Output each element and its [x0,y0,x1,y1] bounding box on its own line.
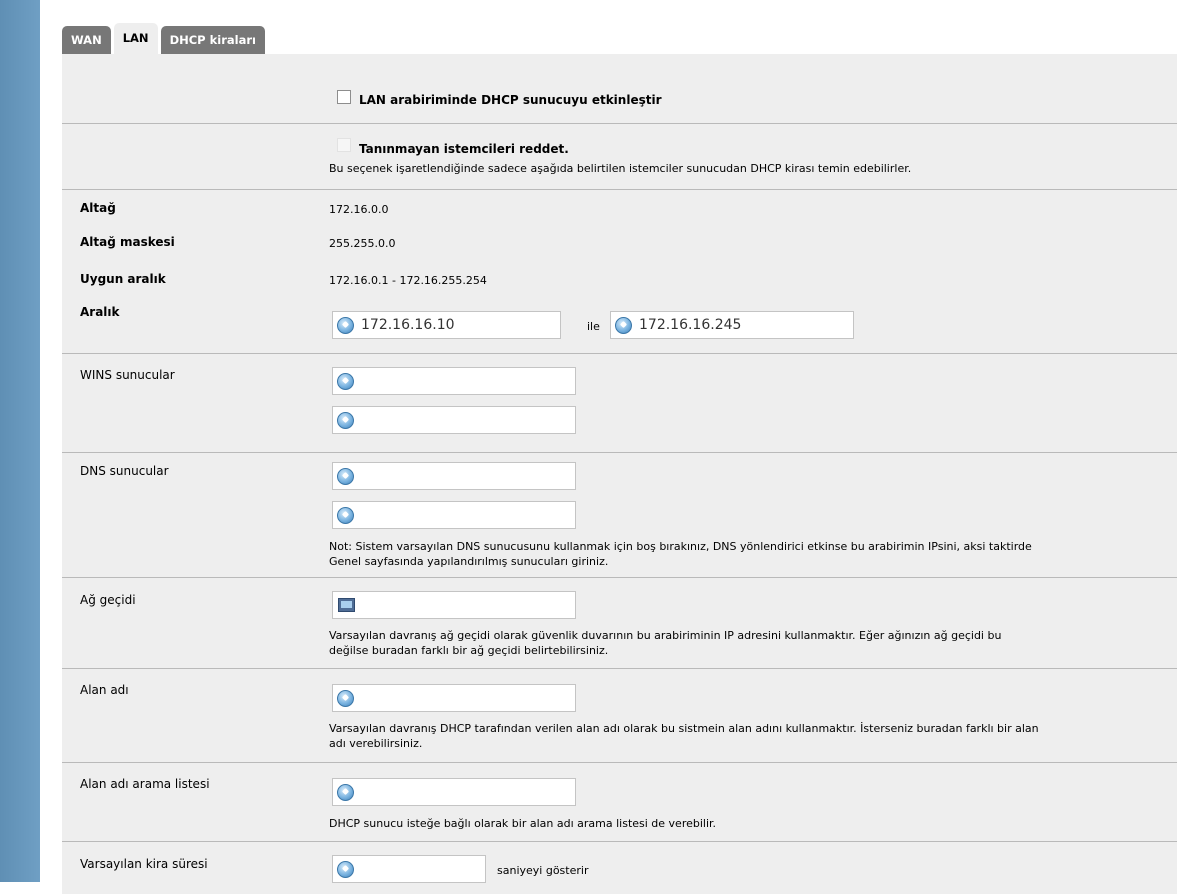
row-available-range: Uygun aralık 172.16.0.1 - 172.16.255.254 [62,260,1177,294]
network-icon [337,861,354,878]
row-subnet-mask: Altağ maskesi 255.255.0.0 [62,226,1177,260]
row-default-lease: Varsayılan kira süresi saniyeyi gösterir [62,842,1177,894]
range-from-value: 172.16.16.10 [361,317,455,333]
deny-unknown-checkbox[interactable] [337,138,351,152]
dns-help: Not: Sistem varsayılan DNS sunucusunu ku… [329,539,1169,569]
row-gateway: Ağ geçidi Varsayılan davranış ağ geçidi … [62,578,1177,669]
side-stripe [0,0,40,882]
default-lease-label: Varsayılan kira süresi [80,857,208,871]
row-domain: Alan adı Varsayılan davranış DHCP tarafı… [62,669,1177,763]
network-icon [337,412,354,429]
available-range-value: 172.16.0.1 - 172.16.255.254 [329,274,487,287]
dns-server-1-input[interactable] [332,462,576,490]
tab-wan[interactable]: WAN [62,26,111,54]
dns-help-line-1: Not: Sistem varsayılan DNS sunucusunu ku… [329,540,1032,553]
gateway-label: Ağ geçidi [80,593,136,607]
default-lease-unit: saniyeyi gösterir [497,864,589,877]
network-icon [337,468,354,485]
domain-help: Varsayılan davranış DHCP tarafından veri… [329,721,1169,751]
row-domain-search: Alan adı arama listesi DHCP sunucu isteğ… [62,763,1177,842]
tab-lan[interactable]: LAN [113,23,158,54]
row-range: Aralık 172.16.16.10 ile 172.16.16.245 [62,294,1177,354]
gateway-help: Varsayılan davranış ağ geçidi olarak güv… [329,628,1169,658]
domain-search-help: DHCP sunucu isteğe bağlı olarak bir alan… [329,817,717,830]
wins-server-2-input[interactable] [332,406,576,434]
tab-dhcp-leases[interactable]: DHCP kiraları [160,26,265,54]
wins-server-1-input[interactable] [332,367,576,395]
monitor-icon [338,598,355,612]
gateway-help-line-2: değilse buradan farklı bir ağ geçidi bel… [329,644,609,657]
network-icon [337,690,354,707]
enable-dhcp-label: LAN arabiriminde DHCP sunucuyu etkinleşt… [359,93,662,107]
domain-help-line-1: Varsayılan davranış DHCP tarafından veri… [329,722,1039,735]
subnet-label: Altağ [80,201,116,215]
domain-label: Alan adı [80,683,129,697]
gateway-input[interactable] [332,591,576,619]
domain-search-label: Alan adı arama listesi [80,777,210,791]
network-icon [337,507,354,524]
domain-help-line-2: adı verebilirsiniz. [329,737,423,750]
row-wins: WINS sunucular [62,354,1177,453]
range-from-input[interactable]: 172.16.16.10 [332,311,561,339]
network-icon [337,317,354,334]
enable-dhcp-checkbox[interactable] [337,90,351,104]
row-enable-dhcp: LAN arabiriminde DHCP sunucuyu etkinleşt… [62,54,1177,124]
lan-settings-panel: LAN arabiriminde DHCP sunucuyu etkinleşt… [62,54,1177,894]
default-lease-input[interactable] [332,855,486,883]
dns-help-line-2: Genel sayfasında yapılandırılmış sunucul… [329,555,609,568]
dns-label: DNS sunucular [80,464,169,478]
deny-unknown-label: Tanınmayan istemcileri reddet. [359,142,569,156]
subnet-mask-value: 255.255.0.0 [329,237,396,250]
row-subnet: Altağ 172.16.0.0 [62,190,1177,226]
dns-server-2-input[interactable] [332,501,576,529]
domain-input[interactable] [332,684,576,712]
subnet-value: 172.16.0.0 [329,203,389,216]
range-to-value: 172.16.16.245 [639,317,742,333]
wins-label: WINS sunucular [80,368,175,382]
range-to-input[interactable]: 172.16.16.245 [610,311,854,339]
gateway-help-line-1: Varsayılan davranış ağ geçidi olarak güv… [329,629,1002,642]
available-range-label: Uygun aralık [80,272,166,286]
deny-unknown-help: Bu seçenek işaretlendiğinde sadece aşağı… [329,162,912,175]
tab-bar: WAN LAN DHCP kiraları [62,23,268,54]
row-dns: DNS sunucular Not: Sistem varsayılan DNS… [62,453,1177,578]
network-icon [337,373,354,390]
row-deny-unknown: Tanınmayan istemcileri reddet. Bu seçene… [62,124,1177,190]
network-icon [615,317,632,334]
network-icon [337,784,354,801]
range-label: Aralık [80,305,120,319]
subnet-mask-label: Altağ maskesi [80,235,175,249]
range-separator: ile [587,320,600,333]
domain-search-input[interactable] [332,778,576,806]
